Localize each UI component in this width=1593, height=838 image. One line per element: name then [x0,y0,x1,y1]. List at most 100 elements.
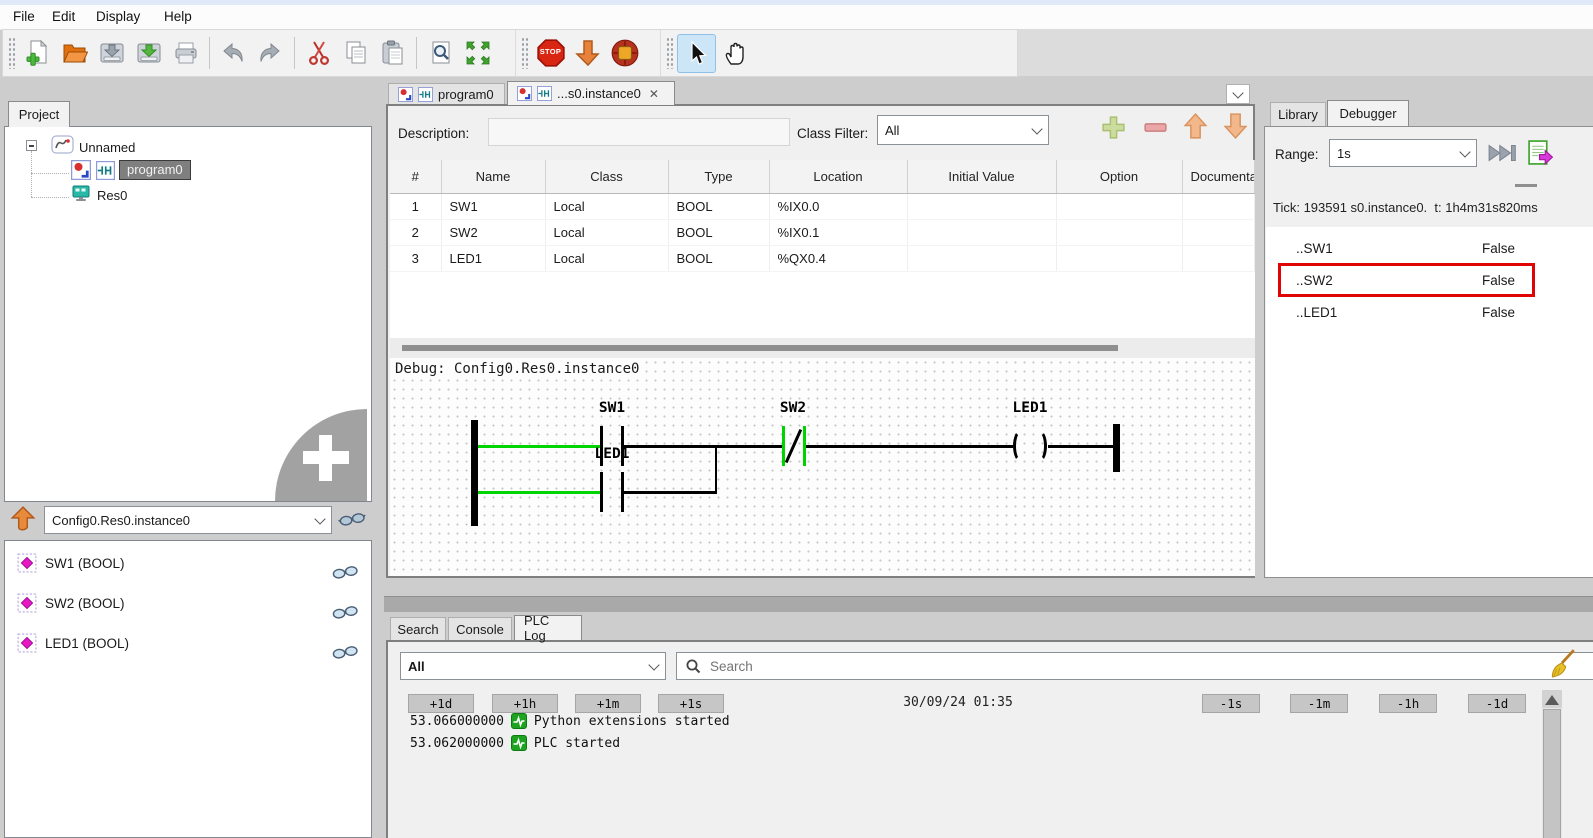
table-cell[interactable] [907,219,1057,246]
fullscreen-button[interactable] [459,35,496,72]
log-search-box[interactable] [676,652,1593,680]
editor-tab-program0[interactable]: program0 [388,83,505,105]
debugger-splitter-handle[interactable] [1515,184,1537,187]
table-cell[interactable]: SW2 [441,219,546,246]
log-time-minus-1s-button[interactable]: -1s [1202,694,1260,713]
editor-tab-instance0[interactable]: ...s0.instance0 ✕ [507,81,675,105]
col-header-class[interactable]: Class [545,160,669,194]
table-cell[interactable] [1182,219,1255,246]
menu-help[interactable]: Help [164,9,192,24]
move-variable-down-button[interactable] [1223,112,1248,146]
menu-file[interactable]: File [13,9,35,24]
tree-item-resource[interactable]: Res0 [97,188,127,203]
add-variable-button[interactable] [1100,114,1127,146]
table-cell[interactable]: Local [545,245,669,272]
table-cell[interactable] [1056,193,1183,220]
table-cell[interactable]: Local [545,219,669,246]
toolbar-drag-handle[interactable] [666,37,673,69]
pou-variable-row[interactable]: SW1 (BOOL) [5,547,371,587]
paste-button[interactable] [374,35,411,72]
export-graph-button[interactable] [1527,139,1554,171]
select-mode-button[interactable] [677,33,716,73]
log-search-input[interactable] [708,657,1593,675]
table-cell[interactable] [1056,219,1183,246]
col-header-index[interactable]: # [390,160,442,194]
remove-variable-button[interactable] [1142,114,1169,146]
description-input[interactable] [488,118,790,146]
menu-edit[interactable]: Edit [52,9,75,24]
log-time-plus-1d-button[interactable]: +1d [408,694,474,713]
new-button[interactable] [19,35,56,72]
table-cell[interactable] [1056,245,1183,272]
instance-path-select[interactable]: Config0.Res0.instance0 [44,506,332,534]
search-in-project-button[interactable] [422,35,459,72]
open-button[interactable] [56,35,93,72]
run-plc-button[interactable] [606,35,643,72]
tab-debugger[interactable]: Debugger [1327,100,1409,126]
print-button[interactable] [167,35,204,72]
transfer-plc-button[interactable] [569,35,606,72]
debug-variable-row[interactable]: ..LED1 False [1266,297,1593,328]
table-cell[interactable]: LED1 [441,245,546,272]
go-to-current-tick-button[interactable] [1487,143,1519,168]
cut-button[interactable] [300,35,337,72]
col-header-type[interactable]: Type [668,160,770,194]
log-scrollbar[interactable] [1542,690,1562,838]
col-header-location[interactable]: Location [769,160,908,194]
clean-log-button[interactable] [1548,648,1576,683]
tab-search[interactable]: Search [390,617,446,640]
pou-variable-row[interactable]: SW2 (BOOL) [5,587,371,627]
log-time-minus-1h-button[interactable]: -1h [1379,694,1437,713]
editor-splitter[interactable] [390,338,1255,358]
log-time-plus-1h-button[interactable]: +1h [492,694,558,713]
tab-library[interactable]: Library [1270,102,1326,126]
log-time-minus-1m-button[interactable]: -1m [1290,694,1348,713]
splitter-handle[interactable] [402,345,1118,351]
table-cell[interactable]: 1 [390,193,442,220]
tree-collapse-toggle[interactable] [26,140,37,151]
debug-variable-row[interactable]: ..SW1 False [1266,233,1593,264]
tree-item-root[interactable]: Unnamed [79,140,135,155]
close-icon[interactable]: ✕ [649,87,659,101]
table-cell[interactable] [1182,245,1255,272]
watch-instance-glasses-icon[interactable] [338,512,366,527]
log-time-plus-1s-button[interactable]: +1s [658,694,724,713]
watch-variable-glasses-icon[interactable] [331,645,359,660]
table-cell[interactable]: 2 [390,219,442,246]
table-cell[interactable]: 3 [390,245,442,272]
table-cell[interactable]: BOOL [668,193,770,220]
scrollbar-thumb[interactable] [1543,709,1561,838]
tab-plc-log[interactable]: PLC Log [514,613,582,643]
menu-display[interactable]: Display [96,9,140,24]
table-cell[interactable]: %QX0.4 [769,245,908,272]
pou-variable-row[interactable]: LED1 (BOOL) [5,627,371,667]
toolbar-drag-handle[interactable] [521,37,528,69]
watch-variable-glasses-icon[interactable] [331,565,359,580]
table-row[interactable]: 1 SW1 Local BOOL %IX0.0 [390,193,1255,220]
col-header-initial-value[interactable]: Initial Value [907,160,1057,194]
pan-mode-button[interactable] [716,35,753,72]
move-variable-up-button[interactable] [1183,112,1208,146]
log-time-minus-1d-button[interactable]: -1d [1468,694,1526,713]
table-row[interactable]: 3 LED1 Local BOOL %QX0.4 [390,245,1255,272]
table-cell[interactable]: %IX0.0 [769,193,908,220]
tab-list-dropdown-button[interactable] [1226,84,1250,104]
col-header-option[interactable]: Option [1056,160,1183,194]
toolbar-drag-handle[interactable] [8,37,15,69]
watch-variable-glasses-icon[interactable] [331,605,359,620]
table-cell[interactable]: BOOL [668,219,770,246]
tab-project[interactable]: Project [8,101,70,127]
table-cell[interactable] [1182,193,1255,220]
table-cell[interactable]: Local [545,193,669,220]
redo-button[interactable] [252,35,289,72]
save-button[interactable] [93,35,130,72]
table-row[interactable]: 2 SW2 Local BOOL %IX0.1 [390,219,1255,246]
save-as-button[interactable] [130,35,167,72]
col-header-documentation[interactable]: Documentation [1182,160,1255,194]
parent-instance-icon[interactable] [8,506,38,534]
copy-button[interactable] [337,35,374,72]
tree-item-program-selected[interactable]: program0 [119,160,191,180]
table-cell[interactable]: SW1 [441,193,546,220]
table-cell[interactable]: BOOL [668,245,770,272]
class-filter-select[interactable]: All [877,115,1049,145]
